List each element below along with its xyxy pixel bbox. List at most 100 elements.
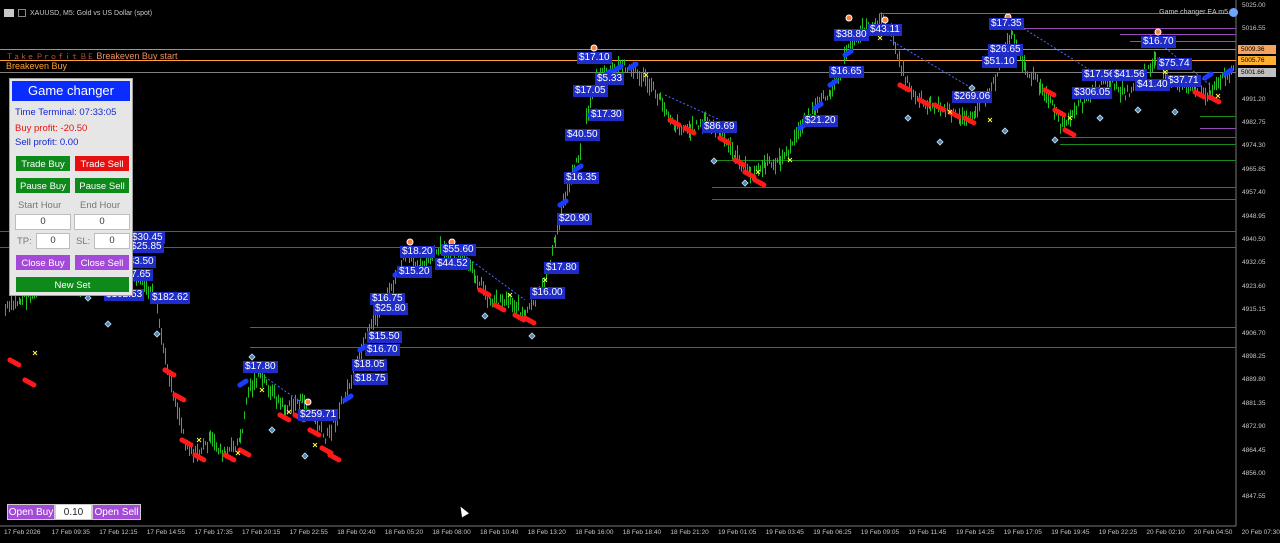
sell-signal-dot xyxy=(971,120,977,126)
price-tick: 4856.00 xyxy=(1242,470,1266,477)
trade-profit-label: $26.65 xyxy=(988,44,1023,56)
close-buy-button[interactable]: Close Buy xyxy=(15,254,71,271)
time-tick: 17 Feb 12:15 xyxy=(99,529,138,536)
trade-profit-label: $17.05 xyxy=(573,85,608,97)
time-tick: 20 Feb 07:30 xyxy=(1241,529,1280,536)
time-tick: 17 Feb 17:35 xyxy=(194,529,233,536)
sell-signal-dot xyxy=(941,107,947,113)
order-diamond-marker xyxy=(741,179,749,187)
trade-profit-label: $18.05 xyxy=(352,359,387,371)
breakeven-buy-label: Breakeven Buy xyxy=(6,61,68,71)
time-tick: 18 Feb 21:20 xyxy=(670,529,709,536)
close-x-marker xyxy=(312,442,318,448)
order-diamond-marker xyxy=(1051,136,1059,144)
window-icon[interactable] xyxy=(18,9,26,17)
sell-signal-dot xyxy=(188,442,194,448)
price-axis[interactable]: 5025.005016.555008.104999.604991.204982.… xyxy=(1236,0,1280,526)
price-tick: 5025.00 xyxy=(1242,2,1266,9)
time-tick: 18 Feb 13:20 xyxy=(527,529,566,536)
trade-sell-button[interactable]: Trade Sell xyxy=(74,155,130,172)
sell-signal-dot xyxy=(1216,99,1222,105)
close-sell-button[interactable]: Close Sell xyxy=(74,254,130,271)
start-hour-input[interactable]: 0 xyxy=(15,214,71,230)
pause-buy-button[interactable]: Pause Buy xyxy=(15,177,71,194)
buy-signal-dot xyxy=(1208,71,1214,77)
time-tick: 20 Feb 04:50 xyxy=(1194,529,1233,536)
open-sell-button[interactable]: Open Sell xyxy=(92,504,141,520)
time-tick: 18 Feb 05:20 xyxy=(384,529,424,536)
price-tick: 4932.05 xyxy=(1242,259,1266,267)
close-x-marker xyxy=(32,350,38,356)
open-buy-button[interactable]: Open Buy xyxy=(7,504,55,520)
pause-sell-button[interactable]: Pause Sell xyxy=(74,177,130,194)
tp-input[interactable]: 0 xyxy=(36,233,70,249)
trade-profit-label: $55.60 xyxy=(441,244,476,256)
chart-title-bar: XAUUSD, M5: Gold vs US Dollar (spot) xyxy=(4,6,152,20)
buy-profit-label: Buy profit: -20.50 xyxy=(15,123,88,134)
trade-profit-label: $25.85 xyxy=(129,241,164,253)
sell-signal-dot xyxy=(501,307,507,313)
time-tick: 19 Feb 11:45 xyxy=(908,529,947,536)
entry-marker xyxy=(1154,28,1162,36)
time-tick: 19 Feb 06:25 xyxy=(813,529,852,536)
sell-signal-dot xyxy=(726,140,732,146)
entry-marker xyxy=(304,398,312,406)
buy-signal-dot xyxy=(848,48,854,54)
time-tick: 17 Feb 22:55 xyxy=(289,529,328,536)
sell-signal-dot xyxy=(1061,112,1067,118)
time-tick: 19 Feb 17:05 xyxy=(1003,529,1042,536)
entry-marker xyxy=(590,44,598,52)
price-tick: 4948.95 xyxy=(1242,212,1266,220)
price-tick: 4940.50 xyxy=(1242,236,1266,243)
time-tick: 20 Feb 02:10 xyxy=(1146,529,1185,536)
order-diamond-marker xyxy=(153,330,161,338)
chart-type-icon[interactable] xyxy=(4,9,14,17)
sl-input[interactable]: 0 xyxy=(94,233,130,249)
time-tick: 17 Feb 09:35 xyxy=(51,529,90,536)
order-diamond-marker xyxy=(528,332,536,340)
time-tick: 17 Feb 2026 xyxy=(4,529,41,536)
time-tick: 17 Feb 14:55 xyxy=(146,529,186,536)
trade-profit-label: $306.05 xyxy=(1072,87,1113,99)
panel-title[interactable]: Game changer xyxy=(12,81,130,101)
trade-profit-label: $16.70 xyxy=(1141,36,1176,48)
lot-size-input[interactable]: 0.10 xyxy=(55,504,92,520)
sell-signal-dot xyxy=(691,130,697,136)
sell-signal-dot xyxy=(246,452,252,458)
trade-profit-label: $15.50 xyxy=(367,331,402,343)
end-hour-input[interactable]: 0 xyxy=(74,214,130,230)
entry-marker xyxy=(881,16,889,24)
price-level-tag: 5001.66 xyxy=(1238,68,1276,77)
start-hour-label: Start Hour xyxy=(18,200,62,211)
trade-profit-label: $51.10 xyxy=(982,56,1017,68)
new-set-button[interactable]: New Set xyxy=(15,276,130,293)
trade-profit-label: $259.71 xyxy=(298,409,339,421)
time-tick: 19 Feb 01:05 xyxy=(718,529,757,536)
price-tick: 4957.40 xyxy=(1242,189,1266,197)
trade-profit-label: $20.90 xyxy=(557,213,592,225)
buy-signal-dot xyxy=(348,393,354,399)
sell-signal-dot xyxy=(16,362,22,368)
close-x-marker xyxy=(987,117,993,123)
game-changer-panel[interactable]: Game changer Time Terminal: 07:33:05 Buy… xyxy=(9,78,133,296)
trade-buy-button[interactable]: Trade Buy xyxy=(15,155,71,172)
sell-signal-dot xyxy=(531,320,537,326)
price-tick: 4915.15 xyxy=(1242,306,1266,314)
close-x-marker xyxy=(196,437,202,443)
chart-window[interactable]: XAUUSD, M5: Gold vs US Dollar (spot) Gam… xyxy=(0,0,1280,543)
sell-signal-dot xyxy=(171,372,177,378)
price-level-tag: 5009.36 xyxy=(1238,45,1276,54)
time-tick: 19 Feb 14:25 xyxy=(956,529,995,536)
chart-title: XAUUSD, M5: Gold vs US Dollar (spot) xyxy=(30,9,153,17)
sell-signal-dot xyxy=(31,382,37,388)
price-tick: 4898.25 xyxy=(1242,353,1266,360)
trade-profit-label: $17.30 xyxy=(589,109,624,121)
price-tick: 4847.55 xyxy=(1242,493,1266,501)
time-axis[interactable]: 17 Feb 2026 17 Feb 09:35 17 Feb 12:15 17 Fe… xyxy=(0,526,1280,543)
price-tick: 4965.85 xyxy=(1242,165,1266,173)
price-chart[interactable] xyxy=(0,0,1280,543)
price-tick: 4974.30 xyxy=(1242,142,1266,150)
buy-signal-dot xyxy=(563,198,569,204)
order-diamond-marker xyxy=(481,312,489,320)
time-tick: 18 Feb 18:40 xyxy=(622,529,662,536)
